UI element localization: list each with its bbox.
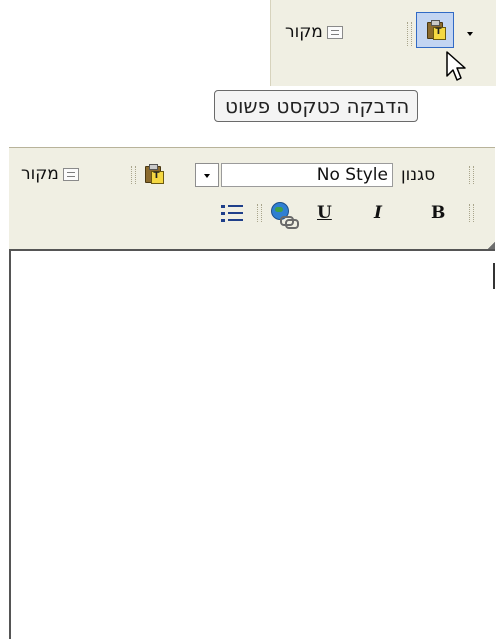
italic-button[interactable]: I <box>374 203 382 223</box>
toolbar-separator <box>469 166 474 184</box>
source-button[interactable]: מקור <box>285 22 343 42</box>
toolbar-separator <box>131 166 136 184</box>
bullet-list-icon[interactable] <box>221 204 243 222</box>
source-icon <box>326 25 343 39</box>
text-cursor <box>493 263 495 289</box>
source-label: מקור <box>21 164 59 184</box>
tooltip: הדבקה כטקסט פשוט <box>214 90 419 122</box>
editor-content-area[interactable] <box>9 249 495 639</box>
source-label: מקור <box>285 22 323 42</box>
style-select[interactable]: No Style <box>221 163 393 187</box>
paste-plain-text-icon[interactable]: T <box>143 163 165 185</box>
dropdown-arrow-icon[interactable] <box>463 26 477 40</box>
paste-plain-text-button[interactable]: T <box>416 12 454 48</box>
source-button[interactable]: מקור <box>21 164 79 184</box>
toolbar-separator <box>469 204 474 222</box>
toolbar-separator <box>257 204 262 222</box>
style-dropdown-button[interactable] <box>195 163 219 187</box>
zoomed-toolbar: מקור T <box>270 0 496 86</box>
editor-toolbar: מקור T No Style סגנון U I B <box>9 147 495 250</box>
style-label: סגנון <box>401 165 436 185</box>
bold-button[interactable]: B <box>431 203 445 223</box>
underline-button[interactable]: U <box>317 203 332 223</box>
paste-plain-text-icon: T <box>425 19 447 41</box>
mouse-pointer-icon <box>446 51 466 81</box>
toolbar-separator <box>407 22 412 46</box>
link-icon[interactable] <box>271 202 299 229</box>
source-icon <box>62 167 79 181</box>
rich-text-editor: מקור T No Style סגנון U I B <box>9 147 495 639</box>
